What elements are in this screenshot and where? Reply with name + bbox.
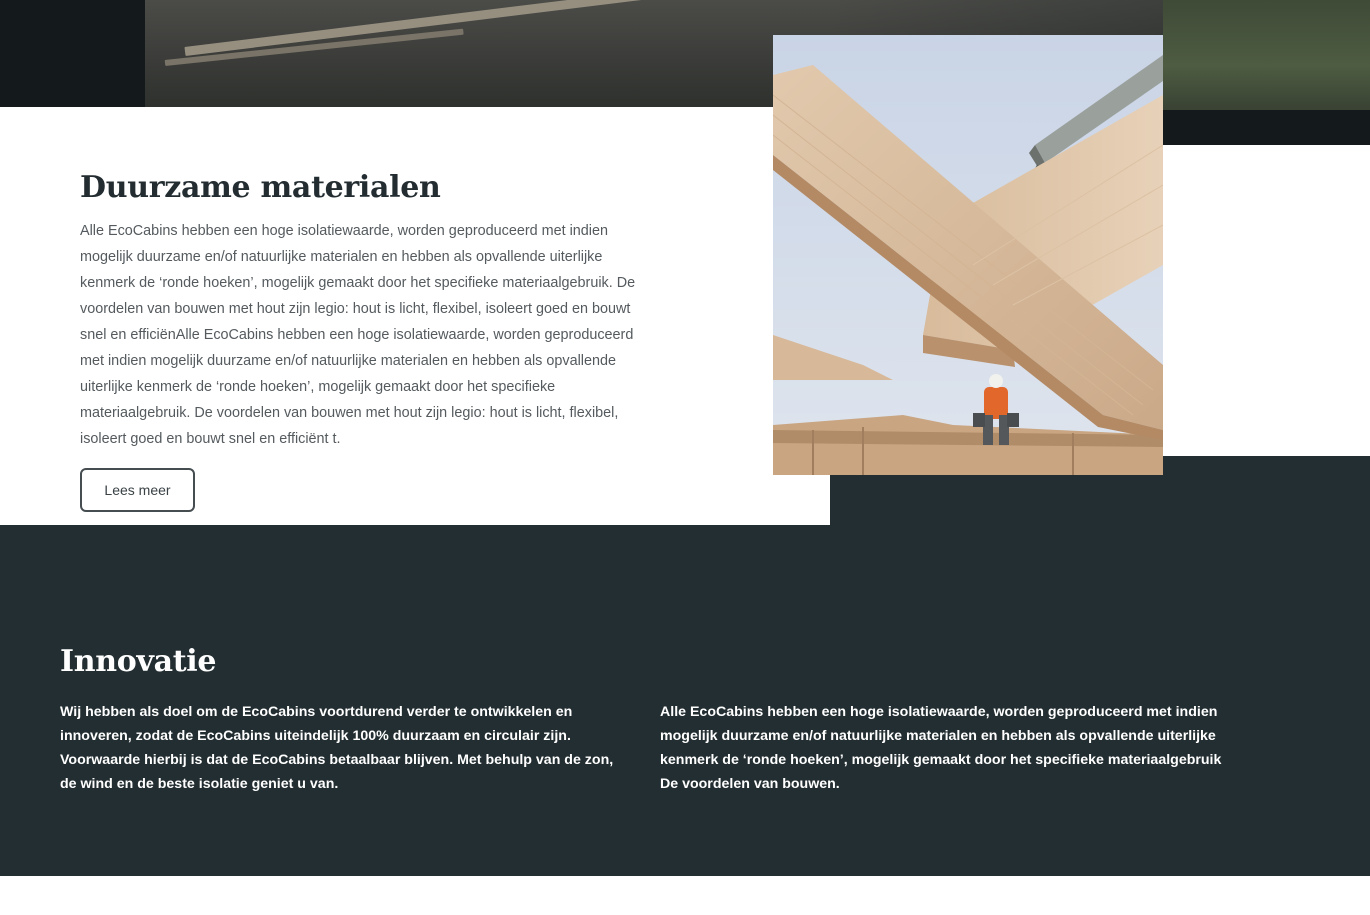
materials-title: Duurzame materialen [80, 170, 441, 205]
wood-beams-construction-photo [773, 35, 1163, 475]
construction-illustration [773, 35, 1163, 475]
white-panel [1163, 145, 1370, 456]
innovation-section: Innovatie Wij hebben als doel om de EcoC… [0, 525, 1370, 876]
innovation-title: Innovatie [60, 644, 217, 679]
innovation-text-right: Alle EcoCabins hebben een hoge isolatiew… [660, 704, 1222, 792]
innovation-text-left: Wij hebben als doel om de EcoCabins voor… [60, 704, 614, 792]
materials-card: Duurzame materialen Alle EcoCabins hebbe… [0, 107, 830, 525]
timber-plank [184, 0, 653, 56]
grass-area [1163, 0, 1370, 110]
materials-body: Alle EcoCabins hebben een hoge isolatiew… [80, 223, 636, 447]
timber-on-grass-photo [145, 0, 1370, 110]
read-more-button[interactable]: Lees meer [80, 468, 195, 512]
